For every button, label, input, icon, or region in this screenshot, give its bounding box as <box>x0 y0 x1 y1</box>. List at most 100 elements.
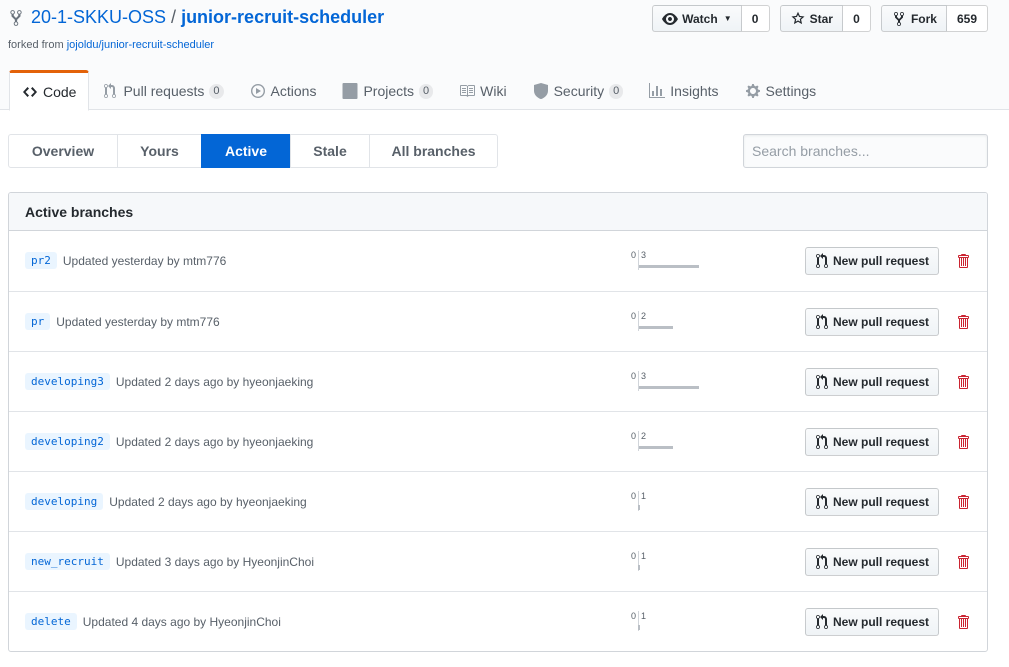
ahead-count: 3 <box>641 250 647 260</box>
tab-actions-label: Actions <box>270 83 317 99</box>
ahead-bar <box>638 505 640 510</box>
filter-overview[interactable]: Overview <box>8 134 118 168</box>
branch-filter-nav: Overview Yours Active Stale All branches <box>8 134 498 168</box>
security-counter: 0 <box>609 83 624 99</box>
branch-divergence: 0 3 <box>628 371 718 393</box>
branch-name-link[interactable]: pr <box>25 313 51 330</box>
book-icon <box>460 85 476 97</box>
forked-from: forked from jojoldu/junior-recruit-sched… <box>8 39 214 51</box>
behind-count: 0 <box>630 431 636 441</box>
star-count[interactable]: 0 <box>842 5 871 32</box>
branch-updated: Updated yesterday by mtm776 <box>62 253 227 268</box>
branch-name-link[interactable]: delete <box>25 613 77 630</box>
ahead-count: 1 <box>641 611 647 621</box>
watch-label: Watch <box>682 11 718 26</box>
new-pull-request-button[interactable]: New pull request <box>805 428 939 456</box>
behind-count: 0 <box>630 551 636 561</box>
tab-projects[interactable]: Projects 0 <box>329 70 446 110</box>
behind-count: 0 <box>630 491 636 501</box>
tab-settings-label: Settings <box>765 83 817 99</box>
git-pull-request-icon <box>815 554 828 569</box>
tab-security-label: Security <box>553 83 605 99</box>
branch-name-link[interactable]: new_recruit <box>25 553 110 570</box>
fork-count[interactable]: 659 <box>946 5 988 32</box>
trash-icon[interactable] <box>956 554 970 570</box>
watch-group: Watch ▼ 0 <box>652 5 770 32</box>
branch-divergence: 0 1 <box>628 491 718 513</box>
new-pull-request-label: New pull request <box>832 615 930 629</box>
new-pull-request-button[interactable]: New pull request <box>805 247 939 275</box>
repo-name-link[interactable]: junior-recruit-scheduler <box>181 7 384 28</box>
gear-icon <box>745 84 760 98</box>
tab-code[interactable]: Code <box>9 70 90 111</box>
filter-all-branches[interactable]: All branches <box>369 134 498 168</box>
tab-actions[interactable]: Actions <box>237 70 330 110</box>
trash-icon[interactable] <box>956 314 970 330</box>
watch-button[interactable]: Watch ▼ <box>652 5 742 32</box>
branch-name-link[interactable]: developing3 <box>25 373 110 390</box>
branch-updated: Updated yesterday by mtm776 <box>56 314 220 329</box>
search-branches-input[interactable] <box>743 134 988 168</box>
new-pull-request-label: New pull request <box>832 495 930 509</box>
behind-count: 0 <box>630 311 636 321</box>
tab-wiki-label: Wiki <box>480 83 507 99</box>
filter-active[interactable]: Active <box>201 134 291 168</box>
branch-name-link[interactable]: developing <box>25 493 104 510</box>
tab-pull-requests[interactable]: Pull requests 0 <box>89 70 236 110</box>
ahead-bar <box>639 265 699 268</box>
branch-name-link[interactable]: developing2 <box>25 433 110 450</box>
trash-icon[interactable] <box>956 614 970 630</box>
new-pull-request-button[interactable]: New pull request <box>805 608 939 636</box>
new-pull-request-label: New pull request <box>832 315 930 329</box>
filter-stale[interactable]: Stale <box>290 134 370 168</box>
branch-info: developing2 Updated 2 days ago by hyeonj… <box>25 433 313 450</box>
new-pull-request-button[interactable]: New pull request <box>805 488 939 516</box>
branch-divergence: 0 2 <box>628 311 718 333</box>
box-title: Active branches <box>9 193 987 231</box>
eye-icon <box>662 12 679 25</box>
new-pull-request-label: New pull request <box>832 375 930 389</box>
tab-security[interactable]: Security 0 <box>520 70 637 110</box>
ahead-bar <box>638 565 640 570</box>
branch-divergence: 0 3 <box>628 250 718 272</box>
git-pull-request-icon <box>104 83 117 99</box>
git-pull-request-icon <box>815 434 828 449</box>
tab-insights[interactable]: Insights <box>636 70 731 110</box>
forked-source-link[interactable]: jojoldu/junior-recruit-scheduler <box>67 39 214 51</box>
branch-row: delete Updated 4 days ago by HyeonjinCho… <box>9 591 987 651</box>
trash-icon[interactable] <box>956 374 970 390</box>
ahead-count: 1 <box>641 551 647 561</box>
branch-row: pr Updated yesterday by mtm776 0 2 New p… <box>9 291 987 351</box>
fork-icon <box>893 11 904 26</box>
tab-settings[interactable]: Settings <box>732 70 830 110</box>
ahead-count: 1 <box>641 491 647 501</box>
repo-forked-icon <box>10 9 22 26</box>
repo-header: 20-1-SKKU-OSS / junior-recruit-scheduler… <box>0 0 1009 111</box>
filter-yours[interactable]: Yours <box>117 134 202 168</box>
branch-updated: Updated 2 days ago by hyeonjaeking <box>109 494 307 509</box>
new-pull-request-button[interactable]: New pull request <box>805 308 939 336</box>
branch-divergence: 0 1 <box>628 551 718 573</box>
ahead-count: 2 <box>641 431 647 441</box>
owner-link[interactable]: 20-1-SKKU-OSS <box>31 7 166 28</box>
branch-info: developing Updated 2 days ago by hyeonja… <box>25 493 307 510</box>
shield-icon <box>533 83 548 99</box>
branch-name-link[interactable]: pr2 <box>25 252 57 269</box>
new-pull-request-button[interactable]: New pull request <box>805 368 939 396</box>
fork-button[interactable]: Fork <box>880 5 947 32</box>
star-button[interactable]: Star <box>779 5 843 32</box>
branch-row: developing Updated 2 days ago by hyeonja… <box>9 471 987 531</box>
projects-counter: 0 <box>419 83 434 99</box>
repo-title: 20-1-SKKU-OSS / junior-recruit-scheduler <box>9 7 384 28</box>
pull-requests-counter: 0 <box>209 83 224 99</box>
new-pull-request-button[interactable]: New pull request <box>805 548 939 576</box>
trash-icon[interactable] <box>956 253 970 269</box>
branch-updated: Updated 2 days ago by hyeonjaeking <box>115 434 314 449</box>
branch-info: delete Updated 4 days ago by HyeonjinCho… <box>25 613 281 630</box>
trash-icon[interactable] <box>956 434 970 450</box>
trash-icon[interactable] <box>956 494 970 510</box>
tab-insights-label: Insights <box>670 83 719 99</box>
watch-count[interactable]: 0 <box>741 5 770 32</box>
git-pull-request-icon <box>815 374 828 389</box>
tab-wiki[interactable]: Wiki <box>446 70 519 110</box>
